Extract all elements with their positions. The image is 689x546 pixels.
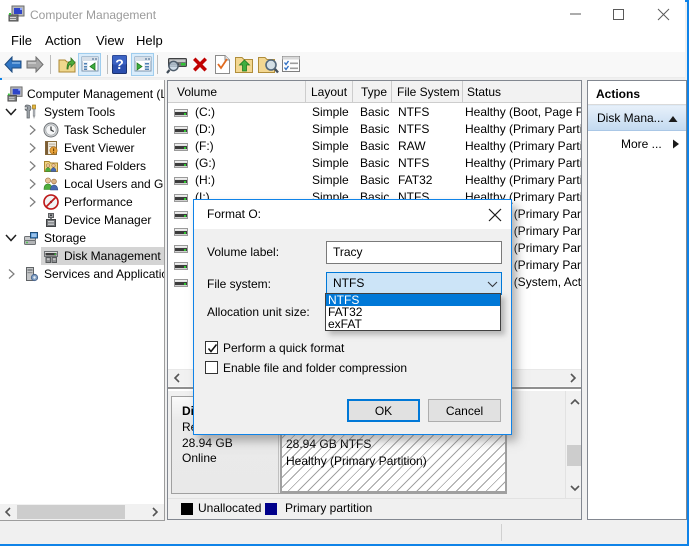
svg-text:?: ?	[115, 56, 124, 72]
